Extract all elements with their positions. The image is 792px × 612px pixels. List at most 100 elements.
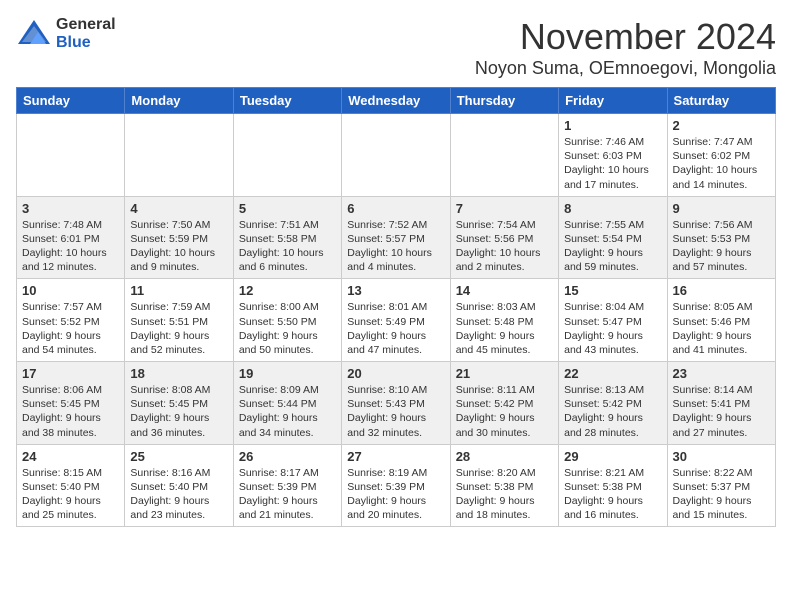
weekday-header: Wednesday [342, 88, 450, 114]
day-number: 6 [347, 201, 444, 216]
calendar-cell: 21 Sunrise: 8:11 AM Sunset: 5:42 PM Dayli… [450, 362, 558, 445]
day-info: Sunrise: 8:14 AM Sunset: 5:41 PM Dayligh… [673, 383, 770, 440]
calendar-week-row: 3 Sunrise: 7:48 AM Sunset: 6:01 PM Daylig… [17, 196, 776, 279]
day-number: 24 [22, 449, 119, 464]
weekday-header: Sunday [17, 88, 125, 114]
weekday-header: Friday [559, 88, 667, 114]
month-title: November 2024 [475, 16, 776, 58]
day-info: Sunrise: 8:11 AM Sunset: 5:42 PM Dayligh… [456, 383, 553, 440]
calendar-cell: 28 Sunrise: 8:20 AM Sunset: 5:38 PM Dayli… [450, 444, 558, 527]
day-number: 10 [22, 283, 119, 298]
calendar-week-row: 17 Sunrise: 8:06 AM Sunset: 5:45 PM Dayli… [17, 362, 776, 445]
day-number: 23 [673, 366, 770, 381]
calendar-table: SundayMondayTuesdayWednesdayThursdayFrid… [16, 87, 776, 527]
day-number: 20 [347, 366, 444, 381]
day-number: 19 [239, 366, 336, 381]
day-info: Sunrise: 8:05 AM Sunset: 5:46 PM Dayligh… [673, 300, 770, 357]
day-number: 1 [564, 118, 661, 133]
day-info: Sunrise: 7:57 AM Sunset: 5:52 PM Dayligh… [22, 300, 119, 357]
calendar-cell: 12 Sunrise: 8:00 AM Sunset: 5:50 PM Dayli… [233, 279, 341, 362]
day-number: 21 [456, 366, 553, 381]
day-info: Sunrise: 8:04 AM Sunset: 5:47 PM Dayligh… [564, 300, 661, 357]
day-info: Sunrise: 8:08 AM Sunset: 5:45 PM Dayligh… [130, 383, 227, 440]
calendar-cell: 3 Sunrise: 7:48 AM Sunset: 6:01 PM Daylig… [17, 196, 125, 279]
logo-icon [16, 16, 52, 52]
calendar-cell: 8Sunrise: 7:55 AM Sunset: 5:54 PM Daylig… [559, 196, 667, 279]
day-number: 2 [673, 118, 770, 133]
weekday-header: Saturday [667, 88, 775, 114]
calendar-week-row: 24 Sunrise: 8:15 AM Sunset: 5:40 PM Dayli… [17, 444, 776, 527]
location-title: Noyon Suma, OEmnoegovi, Mongolia [475, 58, 776, 79]
calendar-cell: 30 Sunrise: 8:22 AM Sunset: 5:37 PM Dayli… [667, 444, 775, 527]
day-number: 17 [22, 366, 119, 381]
day-info: Sunrise: 8:06 AM Sunset: 5:45 PM Dayligh… [22, 383, 119, 440]
calendar-cell: 20Sunrise: 8:10 AM Sunset: 5:43 PM Dayli… [342, 362, 450, 445]
calendar-week-row: 10 Sunrise: 7:57 AM Sunset: 5:52 PM Dayli… [17, 279, 776, 362]
day-number: 9 [673, 201, 770, 216]
calendar-cell: 27 Sunrise: 8:19 AM Sunset: 5:39 PM Dayli… [342, 444, 450, 527]
day-number: 12 [239, 283, 336, 298]
calendar-cell: 25Sunrise: 8:16 AM Sunset: 5:40 PM Dayli… [125, 444, 233, 527]
day-number: 30 [673, 449, 770, 464]
day-info: Sunrise: 7:50 AM Sunset: 5:59 PM Dayligh… [130, 218, 227, 275]
day-info: Sunrise: 7:52 AM Sunset: 5:57 PM Dayligh… [347, 218, 444, 275]
calendar-cell [17, 114, 125, 197]
day-info: Sunrise: 7:59 AM Sunset: 5:51 PM Dayligh… [130, 300, 227, 357]
day-info: Sunrise: 8:00 AM Sunset: 5:50 PM Dayligh… [239, 300, 336, 357]
day-number: 13 [347, 283, 444, 298]
calendar-cell: 18 Sunrise: 8:08 AM Sunset: 5:45 PM Dayli… [125, 362, 233, 445]
day-info: Sunrise: 8:03 AM Sunset: 5:48 PM Dayligh… [456, 300, 553, 357]
calendar-cell: 1 Sunrise: 7:46 AM Sunset: 6:03 PM Daylig… [559, 114, 667, 197]
day-info: Sunrise: 7:51 AM Sunset: 5:58 PM Dayligh… [239, 218, 336, 275]
calendar-cell: 2 Sunrise: 7:47 AM Sunset: 6:02 PM Daylig… [667, 114, 775, 197]
day-number: 18 [130, 366, 227, 381]
logo-general: General [56, 16, 116, 34]
weekday-header: Thursday [450, 88, 558, 114]
day-info: Sunrise: 8:13 AM Sunset: 5:42 PM Dayligh… [564, 383, 661, 440]
day-info: Sunrise: 8:19 AM Sunset: 5:39 PM Dayligh… [347, 466, 444, 523]
calendar-cell: 14 Sunrise: 8:03 AM Sunset: 5:48 PM Dayli… [450, 279, 558, 362]
day-number: 28 [456, 449, 553, 464]
day-info: Sunrise: 8:01 AM Sunset: 5:49 PM Dayligh… [347, 300, 444, 357]
calendar-cell [450, 114, 558, 197]
weekday-header: Tuesday [233, 88, 341, 114]
logo-blue: Blue [56, 34, 116, 52]
logo: General Blue [16, 16, 116, 52]
calendar-week-row: 1 Sunrise: 7:46 AM Sunset: 6:03 PM Daylig… [17, 114, 776, 197]
calendar-cell: 5 Sunrise: 7:51 AM Sunset: 5:58 PM Daylig… [233, 196, 341, 279]
calendar-cell: 22 Sunrise: 8:13 AM Sunset: 5:42 PM Dayli… [559, 362, 667, 445]
weekday-header-row: SundayMondayTuesdayWednesdayThursdayFrid… [17, 88, 776, 114]
day-number: 15 [564, 283, 661, 298]
day-info: Sunrise: 8:17 AM Sunset: 5:39 PM Dayligh… [239, 466, 336, 523]
day-info: Sunrise: 7:48 AM Sunset: 6:01 PM Dayligh… [22, 218, 119, 275]
calendar-cell: 4 Sunrise: 7:50 AM Sunset: 5:59 PM Daylig… [125, 196, 233, 279]
calendar-cell: 15 Sunrise: 8:04 AM Sunset: 5:47 PM Dayli… [559, 279, 667, 362]
day-info: Sunrise: 8:15 AM Sunset: 5:40 PM Dayligh… [22, 466, 119, 523]
day-number: 3 [22, 201, 119, 216]
day-number: 11 [130, 283, 227, 298]
calendar-cell: 16 Sunrise: 8:05 AM Sunset: 5:46 PM Dayli… [667, 279, 775, 362]
day-number: 8 [564, 201, 661, 216]
calendar-cell: 13 Sunrise: 8:01 AM Sunset: 5:49 PM Dayli… [342, 279, 450, 362]
day-info: Sunrise: 8:21 AM Sunset: 5:38 PM Dayligh… [564, 466, 661, 523]
day-info: Sunrise: 7:46 AM Sunset: 6:03 PM Dayligh… [564, 135, 661, 192]
title-block: November 2024 Noyon Suma, OEmnoegovi, Mo… [475, 16, 776, 79]
calendar-cell: 26Sunrise: 8:17 AM Sunset: 5:39 PM Dayli… [233, 444, 341, 527]
day-info: Sunrise: 7:47 AM Sunset: 6:02 PM Dayligh… [673, 135, 770, 192]
calendar-cell: 6 Sunrise: 7:52 AM Sunset: 5:57 PM Daylig… [342, 196, 450, 279]
day-info: Sunrise: 8:20 AM Sunset: 5:38 PM Dayligh… [456, 466, 553, 523]
day-number: 16 [673, 283, 770, 298]
page-header: General Blue November 2024 Noyon Suma, O… [16, 16, 776, 79]
day-number: 22 [564, 366, 661, 381]
calendar-cell [342, 114, 450, 197]
day-number: 29 [564, 449, 661, 464]
day-number: 14 [456, 283, 553, 298]
calendar-cell: 11 Sunrise: 7:59 AM Sunset: 5:51 PM Dayli… [125, 279, 233, 362]
day-number: 5 [239, 201, 336, 216]
weekday-header: Monday [125, 88, 233, 114]
calendar-cell: 10 Sunrise: 7:57 AM Sunset: 5:52 PM Dayli… [17, 279, 125, 362]
day-number: 4 [130, 201, 227, 216]
day-info: Sunrise: 8:22 AM Sunset: 5:37 PM Dayligh… [673, 466, 770, 523]
calendar-cell: 9Sunrise: 7:56 AM Sunset: 5:53 PM Daylig… [667, 196, 775, 279]
day-number: 27 [347, 449, 444, 464]
